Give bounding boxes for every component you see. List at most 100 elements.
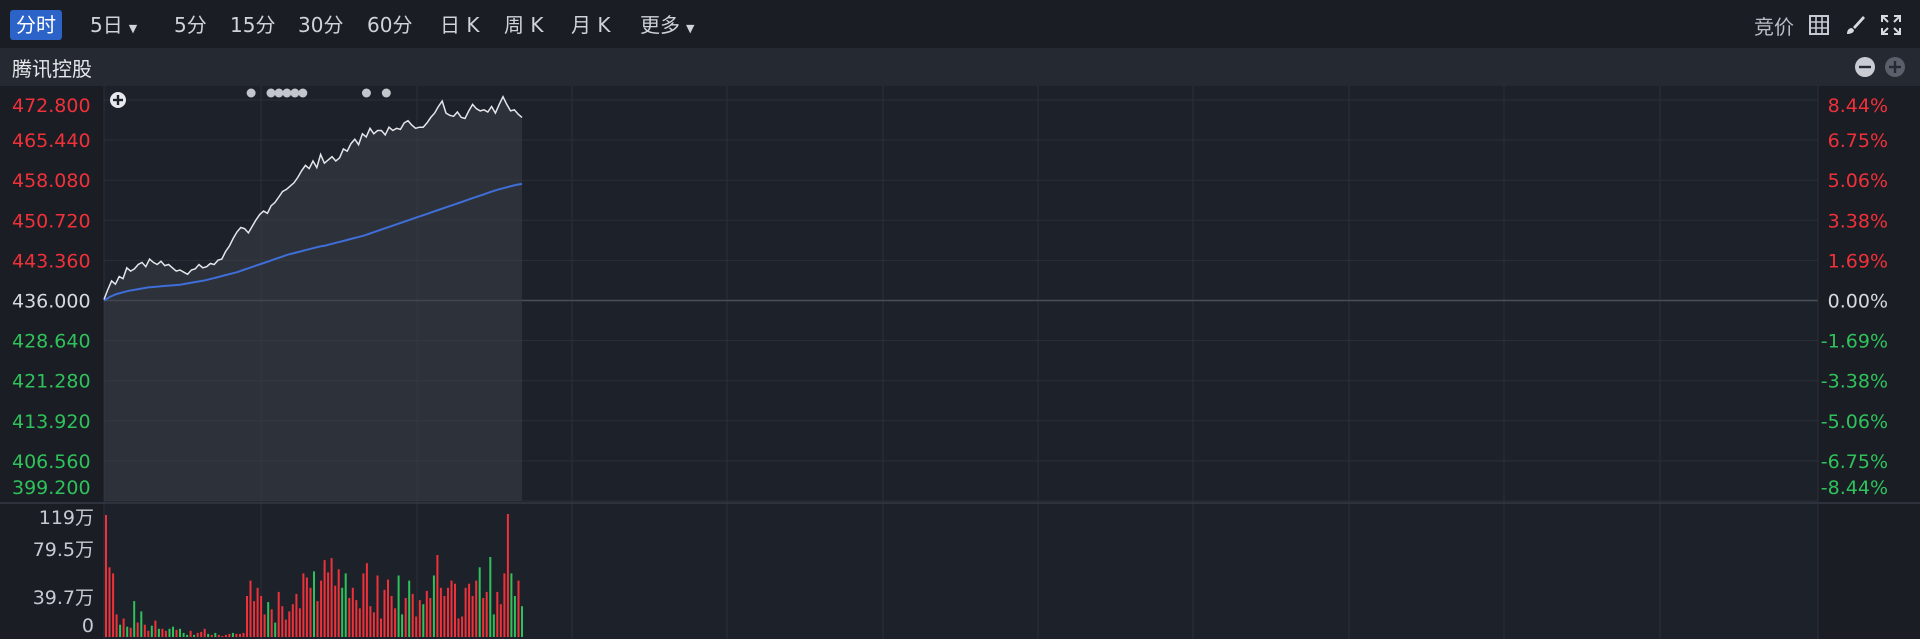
volume-bar <box>108 567 111 637</box>
brush-icon[interactable] <box>1844 14 1866 36</box>
volume-bar <box>182 632 185 637</box>
volume-bar <box>224 634 227 637</box>
volume-bar <box>126 626 129 637</box>
volume-bar <box>298 608 301 637</box>
volume-bar <box>521 606 523 637</box>
volume-bar <box>327 572 330 637</box>
volume-bar <box>203 628 206 637</box>
volume-bar <box>214 632 217 637</box>
volume-bar <box>112 573 115 637</box>
percent-tick-label: 6.75% <box>1828 130 1888 152</box>
tab-0[interactable]: 分时 <box>10 10 62 40</box>
volume-bar <box>263 614 266 637</box>
volume-bar <box>355 600 358 637</box>
tab-6[interactable]: 日 K <box>434 10 485 40</box>
volume-bar <box>168 628 171 637</box>
volume-bar <box>196 632 199 637</box>
volume-bar <box>461 616 464 637</box>
volume-bar <box>284 619 287 637</box>
volume-bar <box>189 630 192 637</box>
tab-8[interactable]: 月 K <box>565 10 616 40</box>
volume-bar <box>436 555 439 637</box>
volume-bar <box>425 590 428 637</box>
tab-5[interactable]: 60分 <box>361 10 418 40</box>
tab-9[interactable]: 更多 ▼ <box>634 10 700 40</box>
event-dot[interactable] <box>246 88 256 98</box>
volume-bar <box>454 583 456 637</box>
volume-bar <box>207 633 210 637</box>
event-dot[interactable] <box>298 88 308 98</box>
toolbar-tools: 竞价 <box>1754 11 1902 39</box>
event-dot[interactable] <box>282 88 292 98</box>
volume-bar <box>291 604 294 637</box>
percent-tick-label: 8.44% <box>1828 95 1888 117</box>
volume-bar <box>175 629 178 637</box>
price-tick-label: 472.800 <box>12 95 91 117</box>
fullscreen-icon[interactable] <box>1880 14 1902 36</box>
volume-bar <box>351 587 354 637</box>
chevron-down-icon: ▼ <box>128 22 138 35</box>
add-indicator-icon[interactable] <box>110 92 126 108</box>
volume-bar <box>193 634 196 637</box>
tab-2[interactable]: 5分 <box>168 10 213 40</box>
auction-toggle[interactable]: 竞价 <box>1754 11 1794 40</box>
volume-bar <box>372 612 375 637</box>
volume-bar <box>122 618 125 637</box>
price-tick-label: 436.000 <box>12 291 91 313</box>
volume-bar <box>380 618 382 637</box>
volume-bar <box>260 596 263 637</box>
volume-bar <box>161 628 164 637</box>
collapse-minus-icon[interactable] <box>1854 56 1876 78</box>
volume-bar <box>295 593 298 637</box>
volume-bar <box>341 587 344 637</box>
percent-tick-label: 3.38% <box>1828 210 1888 232</box>
add-indicator-bar <box>116 95 120 105</box>
volume-bar <box>475 580 478 637</box>
volume-bar <box>415 616 418 637</box>
tab-4[interactable]: 30分 <box>292 10 349 40</box>
volume-bar <box>401 614 404 637</box>
volume-bar <box>418 600 421 637</box>
panel-header: 腾讯控股 <box>0 48 1920 86</box>
volume-tick-label: 39.7万 <box>33 587 94 609</box>
expand-plus-icon[interactable] <box>1884 56 1906 78</box>
volume-bar <box>200 631 203 637</box>
tab-label: 分时 <box>16 13 56 37</box>
grid-layout-icon[interactable] <box>1808 14 1830 36</box>
volume-bar <box>369 606 372 637</box>
volume-bar <box>510 573 513 637</box>
event-dot[interactable] <box>274 88 284 98</box>
tab-1[interactable]: 5日 ▼ <box>84 10 143 40</box>
percent-tick-label: 0.00% <box>1828 291 1888 313</box>
event-dot[interactable] <box>290 88 300 98</box>
tab-3[interactable]: 15分 <box>224 10 281 40</box>
volume-bar <box>429 598 432 637</box>
volume-bar <box>140 611 143 637</box>
tab-label: 5分 <box>174 13 207 37</box>
volume-bar <box>397 575 400 637</box>
volume-bar <box>210 634 213 637</box>
volume-bar <box>129 627 132 637</box>
volume-bar <box>471 596 474 637</box>
volume-bar <box>235 633 238 637</box>
percent-tick-label: -5.06% <box>1821 411 1888 433</box>
tab-label: 日 K <box>440 13 480 37</box>
volume-bar <box>358 608 361 637</box>
volume-bar <box>337 569 340 637</box>
volume-bar <box>115 614 118 637</box>
chevron-down-icon: ▼ <box>686 22 695 35</box>
volume-bar <box>172 626 174 637</box>
volume-bar <box>179 628 181 637</box>
volume-bar <box>288 611 291 637</box>
volume-bar <box>408 580 411 637</box>
event-dot[interactable] <box>381 88 391 98</box>
percent-tick-label: 5.06% <box>1828 170 1888 192</box>
tab-7[interactable]: 周 K <box>498 10 549 40</box>
volume-bar <box>267 602 270 637</box>
event-dot[interactable] <box>266 88 276 98</box>
volume-bar <box>270 609 273 637</box>
percent-tick-label: -1.69% <box>1821 331 1888 353</box>
event-dot[interactable] <box>361 88 371 98</box>
volume-bar <box>499 604 502 637</box>
tab-label: 15分 <box>230 13 276 37</box>
